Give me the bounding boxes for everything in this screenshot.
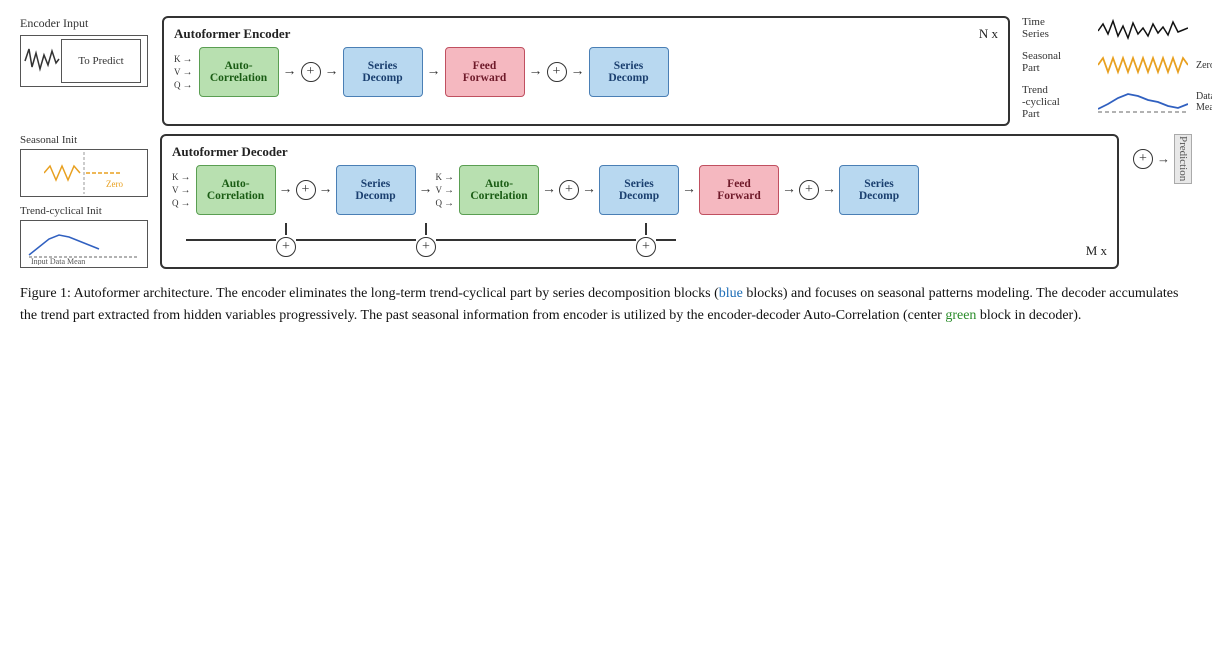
to-predict-box: To Predict bbox=[61, 39, 141, 83]
vert-line-3 bbox=[645, 223, 647, 235]
arrow-4-enc: → bbox=[529, 64, 543, 80]
bottom-row: Seasonal Init Zero Trend-cyclical Init bbox=[20, 134, 1192, 269]
line-4 bbox=[656, 239, 676, 241]
legend-time-chart bbox=[1098, 16, 1192, 46]
pred-plus-row: + → Prediction bbox=[1133, 134, 1192, 184]
arrow-1-enc: → bbox=[283, 64, 297, 80]
legend-time-series: TimeSeries bbox=[1022, 16, 1192, 46]
trend-init-box: Input Data Mean bbox=[20, 220, 148, 268]
encoder-input-label: Encoder Input bbox=[20, 16, 88, 31]
v-dec-1: V bbox=[172, 185, 179, 195]
k-label: K bbox=[174, 54, 181, 64]
svg-text:Zero: Zero bbox=[106, 179, 123, 189]
legend-trend-chart bbox=[1098, 84, 1188, 114]
caption-blue-word: blue bbox=[719, 286, 743, 301]
seasonal-init-section: Seasonal Init Zero bbox=[20, 134, 150, 197]
plus-2-enc: + bbox=[547, 62, 567, 82]
line-3 bbox=[436, 239, 636, 241]
legend-trend-label: Trend-cyclicalPart bbox=[1022, 84, 1092, 120]
q-dec-1: Q bbox=[172, 198, 179, 208]
trend-accumulation-row: + + + bbox=[172, 223, 1107, 257]
arrow-3-enc: → bbox=[427, 64, 441, 80]
plus-bot-2: + bbox=[416, 237, 436, 257]
plus-1-enc: + bbox=[301, 62, 321, 82]
q-arrow: → bbox=[183, 80, 193, 91]
caption-text-3: block in decoder). bbox=[976, 308, 1081, 323]
kvq-block-dec-1: K→ V→ Q→ bbox=[172, 172, 191, 209]
v-arrow: → bbox=[183, 67, 193, 78]
encoder-block: Autoformer Encoder N x K→ V→ Q→ Auto-Cor… bbox=[162, 16, 1010, 126]
series-decomp-dec-3: SeriesDecomp bbox=[839, 165, 919, 215]
legend-seasonal: SeasonalPart Zero bbox=[1022, 50, 1192, 80]
plus-3-dec: + bbox=[799, 180, 819, 200]
plus-2-dec: + bbox=[559, 180, 579, 200]
to-predict-label: To Predict bbox=[78, 55, 123, 67]
k-arrow: → bbox=[183, 54, 193, 65]
caption-text-1: Figure 1: Autoformer architecture. The e… bbox=[20, 286, 719, 301]
nx-label: N x bbox=[979, 26, 998, 42]
feed-forward-enc: FeedForward bbox=[445, 47, 525, 97]
series-decomp-dec-2: SeriesDecomp bbox=[599, 165, 679, 215]
v-label: V bbox=[174, 67, 181, 77]
legend-zero-label: Zero bbox=[1196, 60, 1212, 71]
legend-seasonal-chart bbox=[1098, 50, 1188, 80]
diagram-area: Encoder Input To Predict Autoformer Enco… bbox=[20, 16, 1192, 269]
legend-trend: Trend-cyclicalPart DataMean bbox=[1022, 84, 1192, 120]
pred-arrow: → bbox=[1157, 151, 1170, 167]
decoder-inputs: Seasonal Init Zero Trend-cyclical Init bbox=[20, 134, 150, 268]
seasonal-init-box: Zero bbox=[20, 149, 148, 197]
caption-green-word: green bbox=[945, 308, 976, 323]
k-dec-1: K bbox=[172, 172, 179, 182]
kvq-block-enc: K→ V→ Q→ bbox=[174, 54, 193, 91]
line-2 bbox=[296, 239, 416, 241]
down-plus-1: + bbox=[276, 223, 296, 257]
trend-init-section: Trend-cyclical Init Input Data Mean bbox=[20, 205, 150, 268]
plus-bot-1: + bbox=[276, 237, 296, 257]
plus-bot-3: + bbox=[636, 237, 656, 257]
encoder-inner: K→ V→ Q→ Auto-Correlation → + → SeriesDe… bbox=[174, 47, 998, 97]
legend-datamean-label: DataMean bbox=[1196, 91, 1212, 113]
encoder-input-panel: Encoder Input To Predict bbox=[20, 16, 150, 87]
mx-label: M x bbox=[1086, 243, 1107, 259]
decoder-block: Autoformer Decoder M x K→ V→ Q→ Auto-Cor… bbox=[160, 134, 1119, 269]
encoder-title: Autoformer Encoder bbox=[174, 26, 290, 41]
encoder-wave-icon bbox=[23, 39, 61, 83]
legend-block: TimeSeries SeasonalPart Zero bbox=[1022, 16, 1192, 120]
q-label: Q bbox=[174, 80, 181, 90]
prediction-col: + → Prediction bbox=[1133, 134, 1192, 184]
legend-seasonal-label: SeasonalPart bbox=[1022, 50, 1092, 74]
vert-line-2 bbox=[425, 223, 427, 235]
plus-pred: + bbox=[1133, 149, 1153, 169]
decoder-inner: K→ V→ Q→ Auto-Correlation → + → SeriesDe… bbox=[172, 165, 1107, 215]
auto-corr-dec-2: Auto-Correlation bbox=[459, 165, 539, 215]
kvq-block-dec-2: K→ V→ Q→ bbox=[436, 172, 455, 209]
line-1 bbox=[186, 239, 276, 241]
encoder-input-box: To Predict bbox=[20, 35, 148, 87]
plus-1-dec: + bbox=[296, 180, 316, 200]
seasonal-init-wave: Zero bbox=[44, 152, 124, 194]
down-plus-2: + bbox=[416, 223, 436, 257]
series-decomp-dec-1: SeriesDecomp bbox=[336, 165, 416, 215]
trend-init-wave: Input Data Mean bbox=[27, 223, 142, 265]
prediction-label: Prediction bbox=[1174, 134, 1192, 184]
decoder-title: Autoformer Decoder bbox=[172, 144, 288, 159]
feed-forward-dec: FeedForward bbox=[699, 165, 779, 215]
series-decomp-enc-2: SeriesDecomp bbox=[589, 47, 669, 97]
seasonal-init-label: Seasonal Init bbox=[20, 134, 150, 146]
top-row: Encoder Input To Predict Autoformer Enco… bbox=[20, 16, 1192, 126]
arrow-2-enc: → bbox=[325, 64, 339, 80]
series-decomp-enc-1: SeriesDecomp bbox=[343, 47, 423, 97]
auto-corr-dec-1: Auto-Correlation bbox=[196, 165, 276, 215]
trend-init-label: Trend-cyclical Init bbox=[20, 205, 150, 217]
auto-corr-enc: Auto-Correlation bbox=[199, 47, 279, 97]
svg-text:Input Data Mean: Input Data Mean bbox=[31, 257, 85, 265]
legend-time-label: TimeSeries bbox=[1022, 16, 1092, 40]
down-plus-3: + bbox=[636, 223, 656, 257]
vert-line-1 bbox=[285, 223, 287, 235]
caption: Figure 1: Autoformer architecture. The e… bbox=[20, 283, 1180, 326]
arrow-5-enc: → bbox=[571, 64, 585, 80]
